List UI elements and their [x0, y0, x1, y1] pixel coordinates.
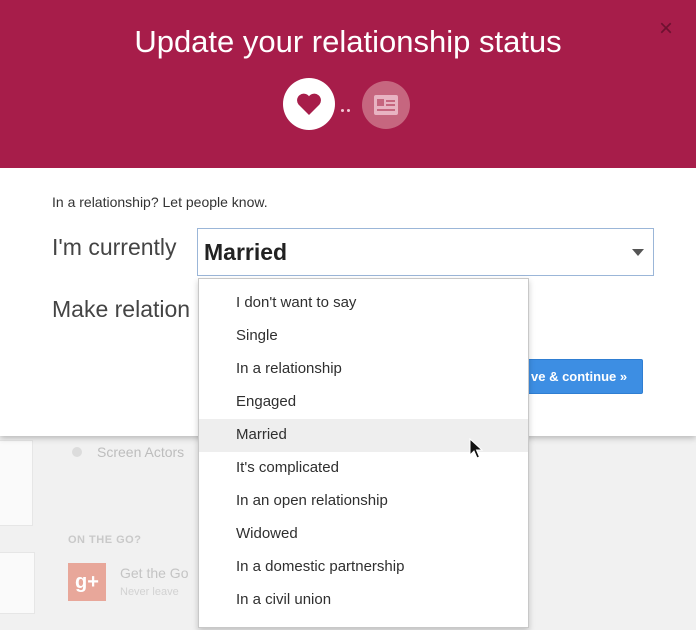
dropdown-option[interactable]: Single	[199, 320, 528, 353]
dropdown-option[interactable]: In a civil union	[199, 584, 528, 617]
make-relationship-label: Make relation	[52, 296, 191, 322]
profile-card-step-icon	[362, 81, 410, 129]
intro-text: In a relationship? Let people know.	[52, 194, 268, 210]
option-label: In a relationship	[236, 360, 342, 377]
heart-step-icon	[283, 78, 335, 130]
dropdown-option[interactable]: In an open relationship	[199, 485, 528, 518]
option-label: I don't want to say	[236, 294, 357, 311]
background-card	[0, 440, 33, 526]
option-label: Married	[236, 426, 287, 443]
dropdown-option[interactable]: I don't want to say	[199, 287, 528, 320]
get-the-go-link[interactable]: Get the Go	[120, 565, 188, 581]
close-icon[interactable]: ×	[655, 17, 677, 41]
dialog-title: Update your relationship status	[134, 24, 562, 59]
on-the-go-heading: ON THE GO?	[68, 534, 142, 546]
dropdown-option[interactable]: In a domestic partnership	[199, 551, 528, 584]
option-label: In a domestic partnership	[236, 558, 405, 575]
dropdown-option[interactable]: Engaged	[199, 386, 528, 419]
step-separator-dots	[341, 99, 355, 112]
option-label: In an open relationship	[236, 492, 388, 509]
google-plus-icon: g+	[68, 563, 106, 601]
currently-label: I'm currently	[52, 234, 177, 260]
option-label: Engaged	[236, 393, 297, 410]
dropdown-option[interactable]: Widowed	[199, 518, 528, 551]
option-label: Widowed	[236, 525, 298, 542]
chevron-down-icon[interactable]	[632, 249, 644, 256]
save-button-label: ve & continue »	[531, 369, 628, 384]
dialog-header: Update your relationship status ×	[0, 0, 696, 168]
selected-status: Married	[204, 239, 288, 265]
radio-button[interactable]	[72, 447, 82, 457]
never-leave-text: Never leave	[120, 586, 179, 598]
mouse-cursor-icon	[469, 437, 484, 465]
relationship-status-select[interactable]: Married	[197, 228, 654, 276]
option-label: In a civil union	[236, 591, 332, 608]
option-label: Single	[236, 327, 278, 344]
option-label: It's complicated	[236, 459, 339, 476]
background-option-label: Screen Actors	[97, 444, 185, 460]
dropdown-option[interactable]: In a relationship	[199, 353, 528, 386]
background-card	[0, 552, 35, 614]
